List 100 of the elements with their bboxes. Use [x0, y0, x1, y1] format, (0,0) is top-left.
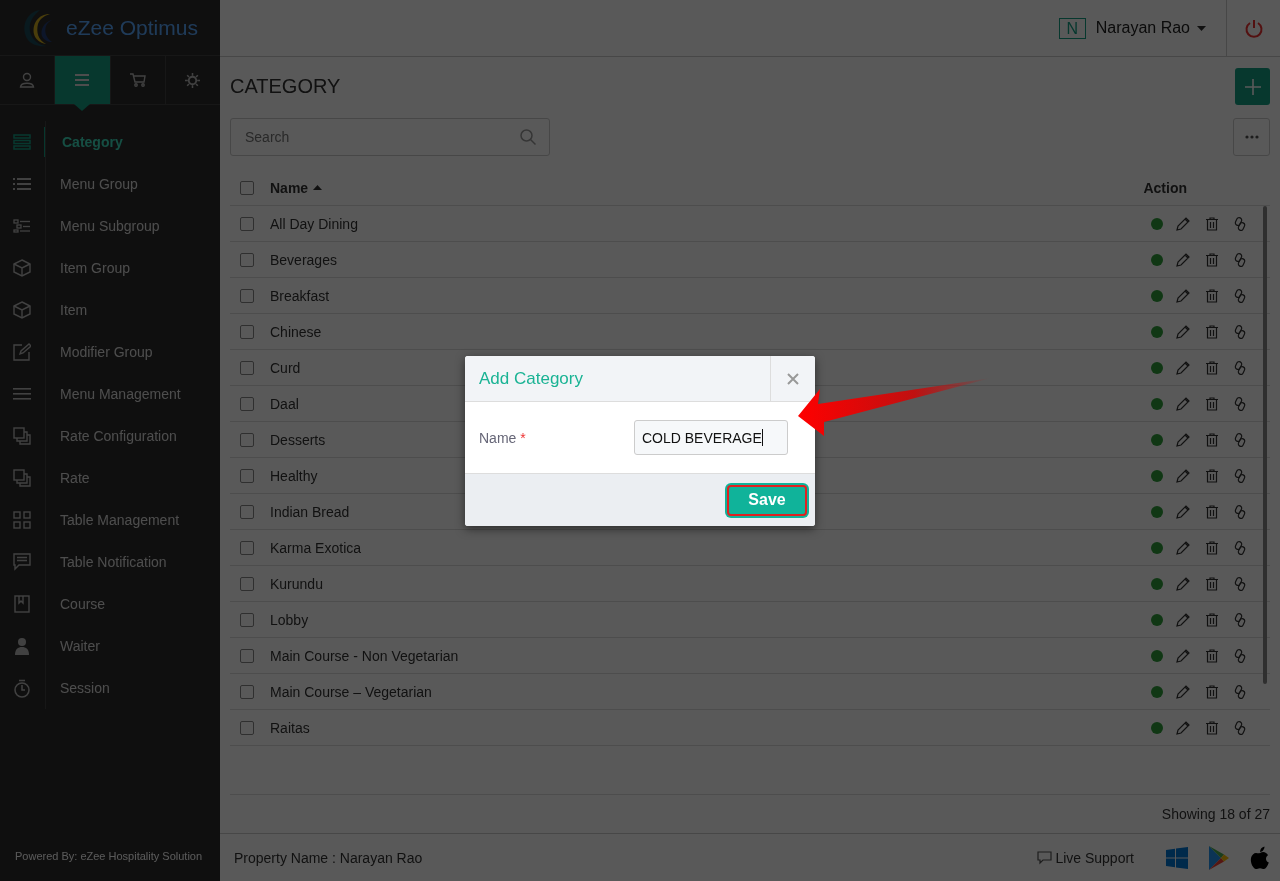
sidebar-tab[interactable]: [55, 56, 110, 104]
link-icon[interactable]: [1234, 684, 1246, 699]
live-support-link[interactable]: Live Support: [1037, 849, 1134, 866]
add-button[interactable]: [1235, 68, 1270, 105]
box-icon: [13, 301, 31, 319]
delete-icon[interactable]: [1206, 504, 1218, 519]
row-checkbox[interactable]: [240, 324, 254, 339]
edit-icon[interactable]: [1176, 720, 1190, 735]
edit-icon[interactable]: [1176, 648, 1190, 663]
delete-icon[interactable]: [1206, 360, 1218, 375]
link-icon[interactable]: [1234, 432, 1246, 447]
table-cell: Karma Exotica: [270, 539, 362, 556]
copy-icon: [13, 469, 31, 487]
delete-icon[interactable]: [1206, 432, 1218, 447]
apple-icon[interactable]: [1250, 845, 1270, 870]
property-name-text: Property Name : Narayan Rao: [234, 849, 423, 866]
play-store-icon[interactable]: [1208, 845, 1230, 870]
caret-icon: [1197, 25, 1206, 31]
edit-icon[interactable]: [1176, 288, 1190, 303]
sort-up-icon: [313, 185, 323, 190]
link-icon[interactable]: [1234, 468, 1246, 483]
dialog-title: Add Category: [478, 368, 584, 390]
edit-icon[interactable]: [1176, 252, 1190, 267]
delete-icon[interactable]: [1206, 648, 1218, 663]
required-mark: *: [520, 429, 526, 446]
plus-icon: [1244, 78, 1261, 95]
subgroup-icon: [13, 219, 31, 233]
row-checkbox[interactable]: [240, 720, 254, 735]
link-icon[interactable]: [1234, 612, 1246, 627]
page-title: CATEGORY: [230, 75, 341, 98]
copy-icon: [13, 427, 31, 445]
delete-icon[interactable]: [1206, 540, 1218, 555]
delete-icon[interactable]: [1206, 612, 1218, 627]
table-cell: Main Course – Vegetarian: [270, 683, 432, 700]
column-header[interactable]: Name: [270, 179, 309, 196]
row-checkbox[interactable]: [240, 612, 254, 627]
edit-icon[interactable]: [1176, 360, 1190, 375]
edit-icon[interactable]: [1176, 684, 1190, 699]
row-checkbox[interactable]: [240, 684, 254, 699]
user-menu[interactable]: Narayan Rao: [1095, 19, 1226, 37]
table-cell: Healthy: [270, 467, 318, 484]
timer-icon: [13, 678, 31, 698]
delete-icon[interactable]: [1206, 468, 1218, 483]
row-checkbox[interactable]: [240, 432, 254, 447]
table-cell: Daal: [270, 395, 299, 412]
delete-icon[interactable]: [1206, 576, 1218, 591]
link-icon[interactable]: [1234, 396, 1246, 411]
table-cell: Raitas: [270, 719, 310, 736]
field-label: Name: [479, 429, 517, 446]
edit-icon[interactable]: [1176, 468, 1190, 483]
more-button[interactable]: [1233, 118, 1270, 156]
row-checkbox[interactable]: [240, 216, 254, 231]
edit-icon[interactable]: [1176, 504, 1190, 519]
row-checkbox[interactable]: [240, 360, 254, 375]
row-checkbox[interactable]: [240, 648, 254, 663]
menu-icon: [75, 74, 90, 86]
edit-icon[interactable]: [1176, 432, 1190, 447]
windows-icon[interactable]: [1166, 846, 1188, 869]
link-icon[interactable]: [1234, 216, 1246, 231]
row-checkbox[interactable]: [240, 504, 254, 519]
edit-icon[interactable]: [1176, 324, 1190, 339]
link-icon[interactable]: [1234, 288, 1246, 303]
select-all-checkbox[interactable]: [240, 180, 254, 195]
scrollbar[interactable]: [1263, 206, 1267, 684]
edit-icon[interactable]: [1176, 396, 1190, 411]
link-icon[interactable]: [1234, 648, 1246, 663]
row-checkbox[interactable]: [240, 468, 254, 483]
edit-icon[interactable]: [1176, 612, 1190, 627]
user-avatar: N: [1058, 17, 1086, 39]
link-icon[interactable]: [1234, 504, 1246, 519]
row-checkbox[interactable]: [240, 396, 254, 411]
edit-icon[interactable]: [1176, 576, 1190, 591]
edit-icon[interactable]: [1176, 216, 1190, 231]
link-icon[interactable]: [1234, 720, 1246, 735]
link-icon[interactable]: [1234, 360, 1246, 375]
link-icon[interactable]: [1234, 540, 1246, 555]
power-icon: [1244, 18, 1263, 38]
table-cell: Chinese: [270, 323, 322, 340]
delete-icon[interactable]: [1206, 324, 1218, 339]
delete-icon[interactable]: [1206, 288, 1218, 303]
row-checkbox[interactable]: [240, 540, 254, 555]
delete-icon[interactable]: [1206, 396, 1218, 411]
row-checkbox[interactable]: [240, 252, 254, 267]
link-icon[interactable]: [1234, 324, 1246, 339]
delete-icon[interactable]: [1206, 252, 1218, 267]
app-logo-text: eZee Optimus: [66, 15, 198, 40]
row-checkbox[interactable]: [240, 576, 254, 591]
cart-icon: [129, 73, 146, 87]
table-cell: Desserts: [270, 431, 326, 448]
row-checkbox[interactable]: [240, 288, 254, 303]
delete-icon[interactable]: [1206, 684, 1218, 699]
edit-icon[interactable]: [1176, 540, 1190, 555]
delete-icon[interactable]: [1206, 216, 1218, 231]
link-icon[interactable]: [1234, 576, 1246, 591]
column-header: Action: [1143, 179, 1187, 196]
name-input-field[interactable]: COLD BEVERAGE: [634, 420, 788, 455]
delete-icon[interactable]: [1206, 720, 1218, 735]
link-icon[interactable]: [1234, 252, 1246, 267]
save-button[interactable]: Save: [727, 484, 807, 516]
table-cell: Indian Bread: [270, 503, 350, 520]
